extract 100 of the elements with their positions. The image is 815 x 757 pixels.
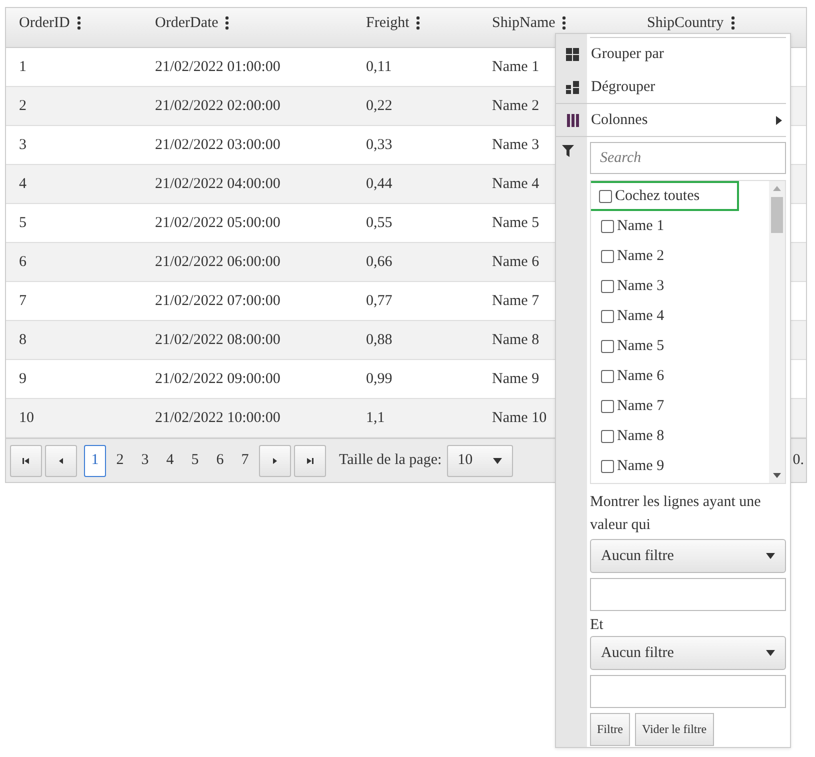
table-cell: 0,55 (366, 214, 392, 232)
first-page-button[interactable] (10, 444, 42, 476)
table-cell: 6 (19, 254, 26, 270)
checkbox[interactable] (601, 460, 614, 472)
page-button[interactable]: 2 (109, 444, 131, 476)
table-cell: 21/02/2022 02:00:00 (155, 98, 280, 114)
grid-icon (566, 80, 579, 94)
column-menu-icon[interactable] (562, 16, 566, 30)
table-cell: 21/02/2022 03:00:00 (155, 136, 280, 154)
table-cell: 1 (19, 58, 26, 76)
table-cell: 0,11 (366, 58, 392, 76)
caret-icon (766, 553, 775, 559)
checkbox-option[interactable]: Name 5 (591, 331, 769, 361)
column-header[interactable]: OrderID (19, 16, 70, 31)
scrollbar-thumb[interactable] (771, 197, 783, 233)
table-cell: 0,99 (366, 370, 392, 388)
table-cell: Name 6 (492, 254, 540, 270)
table-cell: 21/02/2022 04:00:00 (155, 176, 280, 192)
checkbox[interactable] (601, 430, 614, 442)
page-size-dropdown[interactable]: 10 (446, 444, 513, 476)
page-button[interactable]: 6 (209, 444, 231, 476)
caret-icon (492, 458, 502, 464)
first-page-icon (21, 456, 31, 466)
pager-info: 0. (792, 452, 804, 469)
filter-button[interactable]: Vider le filtre (635, 713, 714, 746)
table-cell: 21/02/2022 07:00:00 (155, 292, 280, 310)
scrollbar[interactable] (769, 181, 785, 483)
filter-value-field[interactable] (590, 675, 786, 708)
columns-icon (566, 114, 578, 126)
table-cell: 0,44 (366, 176, 392, 192)
page-button[interactable]: 3 (134, 444, 156, 476)
table-cell: Name 10 (492, 410, 547, 426)
table-cell: Name 9 (492, 370, 540, 388)
joiner-label: Et (590, 617, 604, 634)
table-cell: Name 8 (492, 332, 540, 348)
table-cell: 1,1 (366, 410, 385, 426)
table-cell: Name 7 (492, 292, 540, 310)
column-header[interactable]: ShipName (492, 16, 556, 31)
column-header[interactable]: OrderDate (155, 16, 218, 31)
column-menu-icon[interactable] (225, 16, 230, 30)
checkbox[interactable] (601, 220, 614, 232)
checkbox-option[interactable]: Name 2 (591, 241, 769, 271)
table-cell: Name 4 (492, 176, 540, 192)
table-cell: 4 (19, 176, 26, 192)
table-cell: 0,22 (366, 98, 392, 114)
table-cell: 21/02/2022 08:00:00 (155, 332, 280, 348)
checkbox-option[interactable]: Name 1 (591, 211, 769, 241)
table-cell: 21/02/2022 06:00:00 (155, 254, 280, 270)
table-cell: 21/02/2022 05:00:00 (155, 214, 280, 232)
checkbox-option[interactable]: Name 6 (591, 361, 769, 391)
column-header[interactable]: ShipCountry (647, 16, 724, 31)
grid-icon (566, 48, 579, 60)
filter-value-field[interactable] (590, 578, 786, 611)
operator-dropdown[interactable]: Aucun filtre (590, 636, 786, 670)
table-cell: 3 (19, 136, 26, 154)
checkbox-option[interactable]: Name 9 (591, 451, 769, 481)
filter-icon (562, 145, 574, 157)
checkbox-option[interactable]: Cochez toutes (591, 181, 739, 211)
page-button[interactable]: 1 (84, 444, 106, 476)
last-page-button[interactable] (294, 444, 326, 476)
filter-condition-label: Montrer les lignes ayant une valeur qui (590, 493, 762, 535)
column-menu-icon[interactable] (730, 16, 735, 30)
table-cell: 5 (19, 214, 26, 232)
table-cell: 0,66 (366, 254, 392, 270)
filter-button[interactable]: Filtre (590, 713, 630, 746)
table-cell: 9 (19, 370, 26, 388)
operator-dropdown[interactable]: Aucun filtre (590, 539, 786, 573)
table-cell: Name 1 (492, 58, 540, 76)
checkbox[interactable] (599, 190, 612, 202)
checkbox[interactable] (601, 280, 614, 292)
checkbox[interactable] (601, 250, 614, 262)
table-cell: Name 5 (492, 214, 540, 232)
checkbox[interactable] (601, 310, 614, 322)
caret-icon (766, 650, 775, 656)
table-cell: 21/02/2022 10:00:00 (155, 410, 280, 426)
menu-item[interactable]: Dégrouper (556, 71, 786, 104)
column-header[interactable]: Freight (366, 16, 410, 31)
table-cell: 0,77 (366, 292, 392, 310)
page-button[interactable]: 7 (234, 444, 256, 476)
table-cell: 0,33 (366, 136, 392, 154)
table-cell: 7 (19, 292, 26, 310)
table-cell: 10 (19, 410, 34, 426)
table-cell: Name 2 (492, 98, 540, 114)
search-field[interactable]: Search (590, 142, 786, 174)
table-cell: 2 (19, 98, 26, 114)
table-cell: 0,88 (366, 332, 392, 348)
table-cell: 8 (19, 332, 26, 348)
column-menu-icon[interactable] (76, 16, 81, 30)
table-cell: Name 3 (492, 136, 540, 154)
page-button[interactable]: 4 (159, 444, 181, 476)
checkbox[interactable] (601, 340, 614, 352)
page-button[interactable]: 5 (184, 444, 206, 476)
column-menu-icon[interactable] (416, 16, 420, 30)
page-size-label: Taille de la page: (339, 452, 442, 469)
table-cell: 21/02/2022 01:00:00 (155, 58, 280, 76)
last-page-icon (305, 456, 315, 466)
checkbox[interactable] (601, 370, 614, 382)
menu-item[interactable]: Colonnes (556, 104, 786, 137)
scroll-down-icon[interactable] (773, 473, 781, 478)
checkbox[interactable] (601, 400, 614, 412)
